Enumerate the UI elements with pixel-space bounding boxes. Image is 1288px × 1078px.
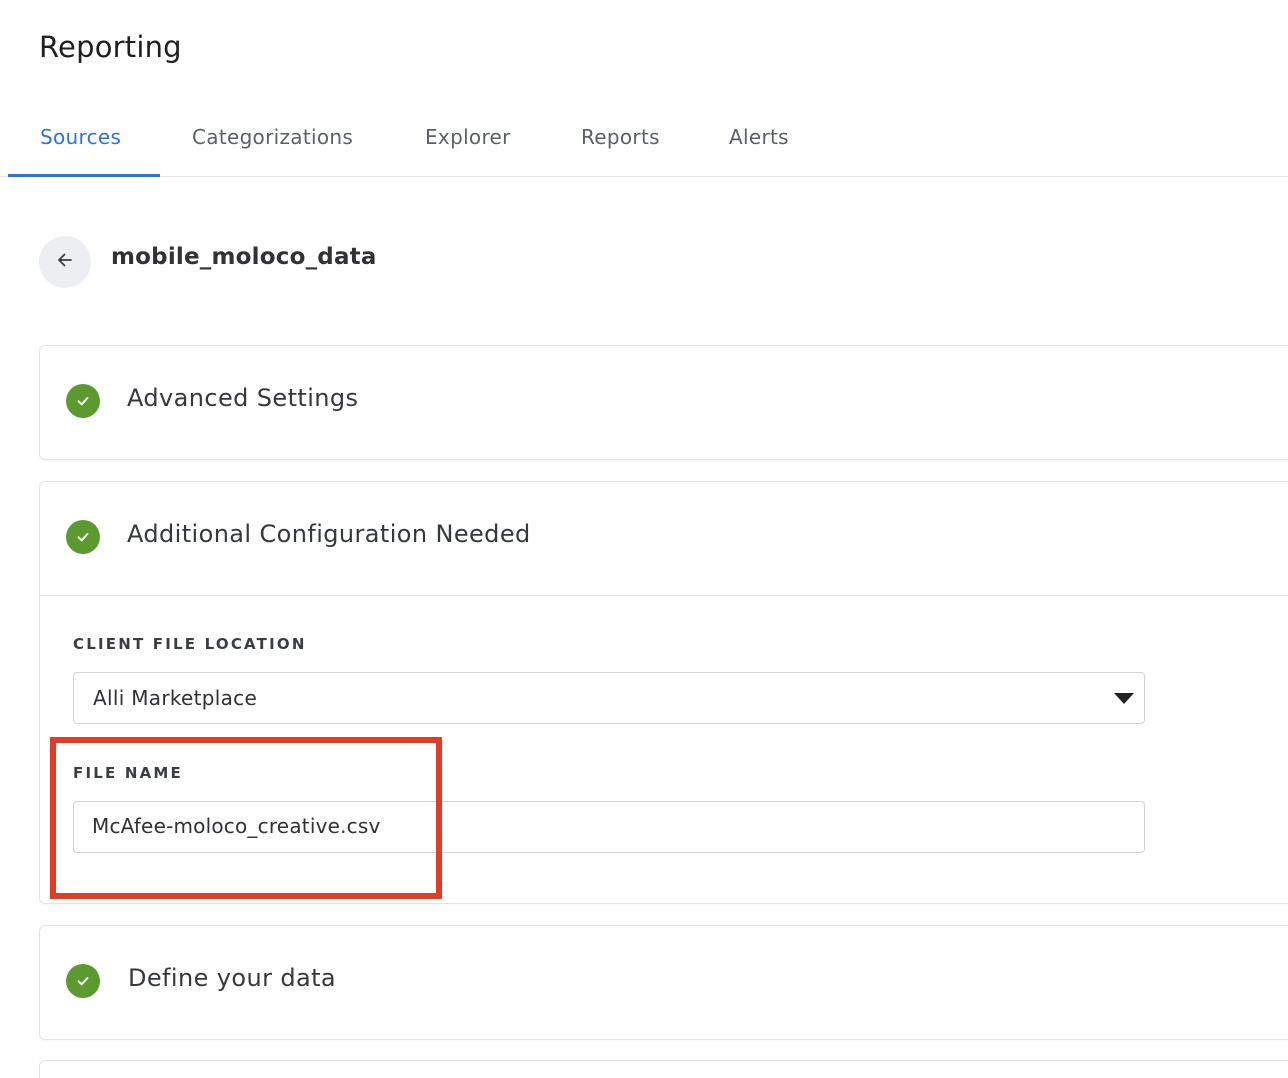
advanced-settings-title: Advanced Settings — [127, 384, 359, 412]
tab-explorer[interactable]: Explorer — [425, 96, 511, 176]
tab-categorizations[interactable]: Categorizations — [192, 96, 353, 176]
active-tab-indicator — [8, 174, 160, 177]
additional-configuration-header[interactable]: Additional Configuration Needed — [40, 482, 1288, 595]
client-file-location-label: CLIENT FILE LOCATION — [73, 635, 307, 653]
tab-sources[interactable]: Sources — [40, 96, 121, 176]
define-data-header[interactable]: Define your data — [40, 926, 1288, 1039]
define-data-title: Define your data — [128, 964, 337, 992]
check-circle-icon — [66, 964, 100, 998]
client-file-location-select[interactable]: Alli Marketplace — [73, 672, 1145, 724]
source-name: mobile_moloco_data — [111, 244, 377, 270]
file-name-label: FILE NAME — [73, 764, 183, 782]
file-name-input[interactable] — [92, 814, 1092, 838]
page: Reporting Sources Categorizations Explor… — [0, 0, 1288, 1078]
page-title: Reporting — [39, 30, 182, 64]
back-button[interactable] — [39, 236, 91, 288]
arrow-left-icon — [55, 250, 75, 274]
tab-bar: Sources Categorizations Explorer Reports… — [0, 96, 1288, 177]
tab-reports[interactable]: Reports — [581, 96, 660, 176]
card-divider — [40, 595, 1288, 596]
file-name-field[interactable] — [73, 801, 1145, 853]
client-file-location-value: Alli Marketplace — [93, 686, 258, 710]
additional-configuration-card: Additional Configuration Needed CLIENT F… — [39, 481, 1288, 904]
additional-configuration-title: Additional Configuration Needed — [127, 520, 531, 548]
caret-down-icon — [1114, 693, 1134, 704]
check-circle-icon — [66, 520, 100, 554]
tab-alerts[interactable]: Alerts — [729, 96, 789, 176]
check-circle-icon — [66, 384, 100, 418]
next-section-card[interactable] — [39, 1060, 1288, 1078]
advanced-settings-card[interactable]: Advanced Settings — [39, 345, 1288, 460]
advanced-settings-header[interactable]: Advanced Settings — [40, 346, 1288, 459]
define-data-card[interactable]: Define your data — [39, 925, 1288, 1040]
